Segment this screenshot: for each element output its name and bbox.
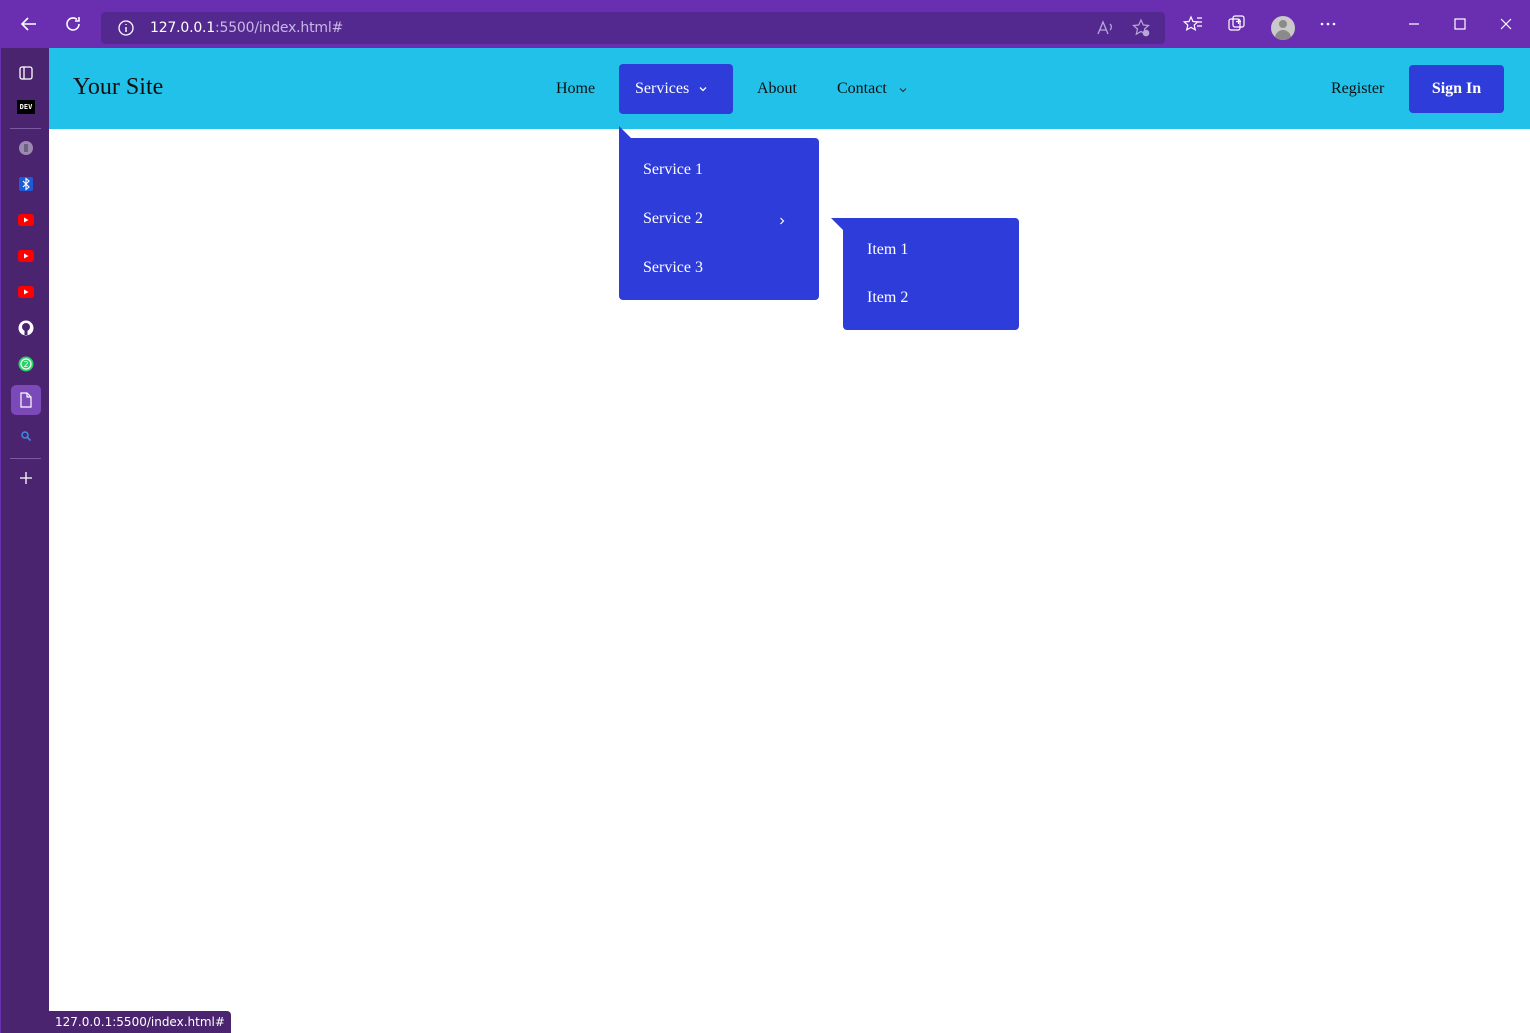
maximize-button[interactable] <box>1445 9 1475 39</box>
youtube-icon[interactable] <box>11 205 41 235</box>
maximize-icon <box>1454 18 1466 30</box>
address-bar[interactable]: 127.0.0.1:5500/index.html# <box>101 12 1165 44</box>
nav-services-label: Services <box>635 80 690 97</box>
youtube-icon[interactable] <box>11 241 41 271</box>
nav-home-link[interactable]: Home <box>556 80 595 98</box>
chevron-down-icon <box>699 87 707 92</box>
refresh-icon <box>66 17 80 31</box>
submenu-item-1[interactable]: Item 1 <box>867 241 908 259</box>
browser-titlebar: 127.0.0.1:5500/index.html# <box>0 0 1530 48</box>
collections-button[interactable] <box>1222 9 1252 39</box>
dropdown-item-service-3[interactable]: Service 3 <box>643 259 703 277</box>
add-favorite-icon[interactable] <box>1131 18 1151 43</box>
chevron-down-icon <box>899 88 907 93</box>
browser-sidebar: DEV 2 <box>0 48 49 1033</box>
search-icon[interactable] <box>11 421 41 451</box>
refresh-button[interactable] <box>58 9 88 39</box>
youtube-icon[interactable] <box>11 277 41 307</box>
url-text[interactable]: 127.0.0.1:5500/index.html# <box>150 20 343 36</box>
tabs-icon[interactable] <box>11 58 41 88</box>
back-button[interactable] <box>14 9 44 39</box>
brand-logo[interactable]: Your Site <box>73 74 163 101</box>
submenu-item-2[interactable]: Item 2 <box>867 289 908 307</box>
favorites-button[interactable] <box>1178 9 1208 39</box>
dev-icon[interactable]: DEV <box>11 92 41 122</box>
nav-contact-link[interactable]: Contact <box>837 80 887 98</box>
add-icon[interactable] <box>11 463 41 493</box>
chevron-right-icon <box>780 217 785 225</box>
more-menu-button[interactable] <box>1313 9 1343 39</box>
sign-in-button[interactable]: Sign In <box>1409 65 1504 113</box>
close-window-button[interactable] <box>1491 9 1521 39</box>
dropdown-item-service-1[interactable]: Service 1 <box>643 161 703 179</box>
nav-about-link[interactable]: About <box>757 80 797 98</box>
page-icon[interactable] <box>11 385 41 415</box>
status-bar-url: 127.0.0.1:5500/index.html# <box>49 1011 231 1033</box>
github-icon[interactable] <box>11 313 41 343</box>
minimize-icon <box>1409 23 1419 25</box>
register-link[interactable]: Register <box>1331 80 1384 98</box>
minimize-button[interactable] <box>1399 9 1429 39</box>
svg-text:2: 2 <box>23 360 28 369</box>
services-dropdown: Service 1 Service 2 Service 3 <box>619 126 819 300</box>
hashnode-icon[interactable] <box>11 133 41 163</box>
collections-icon <box>1228 15 1245 31</box>
favorites-icon <box>1183 15 1202 31</box>
whatsapp-icon[interactable]: 2 <box>11 349 41 379</box>
back-arrow-icon <box>20 17 36 31</box>
service-2-submenu: Item 1 Item 2 <box>831 218 1019 330</box>
bluetooth-icon[interactable] <box>11 169 41 199</box>
close-icon <box>1500 18 1512 30</box>
site-navbar: Your Site Home Services About Contact Re… <box>49 48 1530 129</box>
nav-services-button[interactable]: Services <box>619 64 733 114</box>
more-dots-icon <box>1320 22 1336 26</box>
dropdown-item-service-2[interactable]: Service 2 <box>643 210 703 228</box>
profile-avatar[interactable] <box>1271 16 1295 40</box>
site-info-icon[interactable] <box>117 19 135 42</box>
read-aloud-icon[interactable] <box>1095 18 1115 43</box>
